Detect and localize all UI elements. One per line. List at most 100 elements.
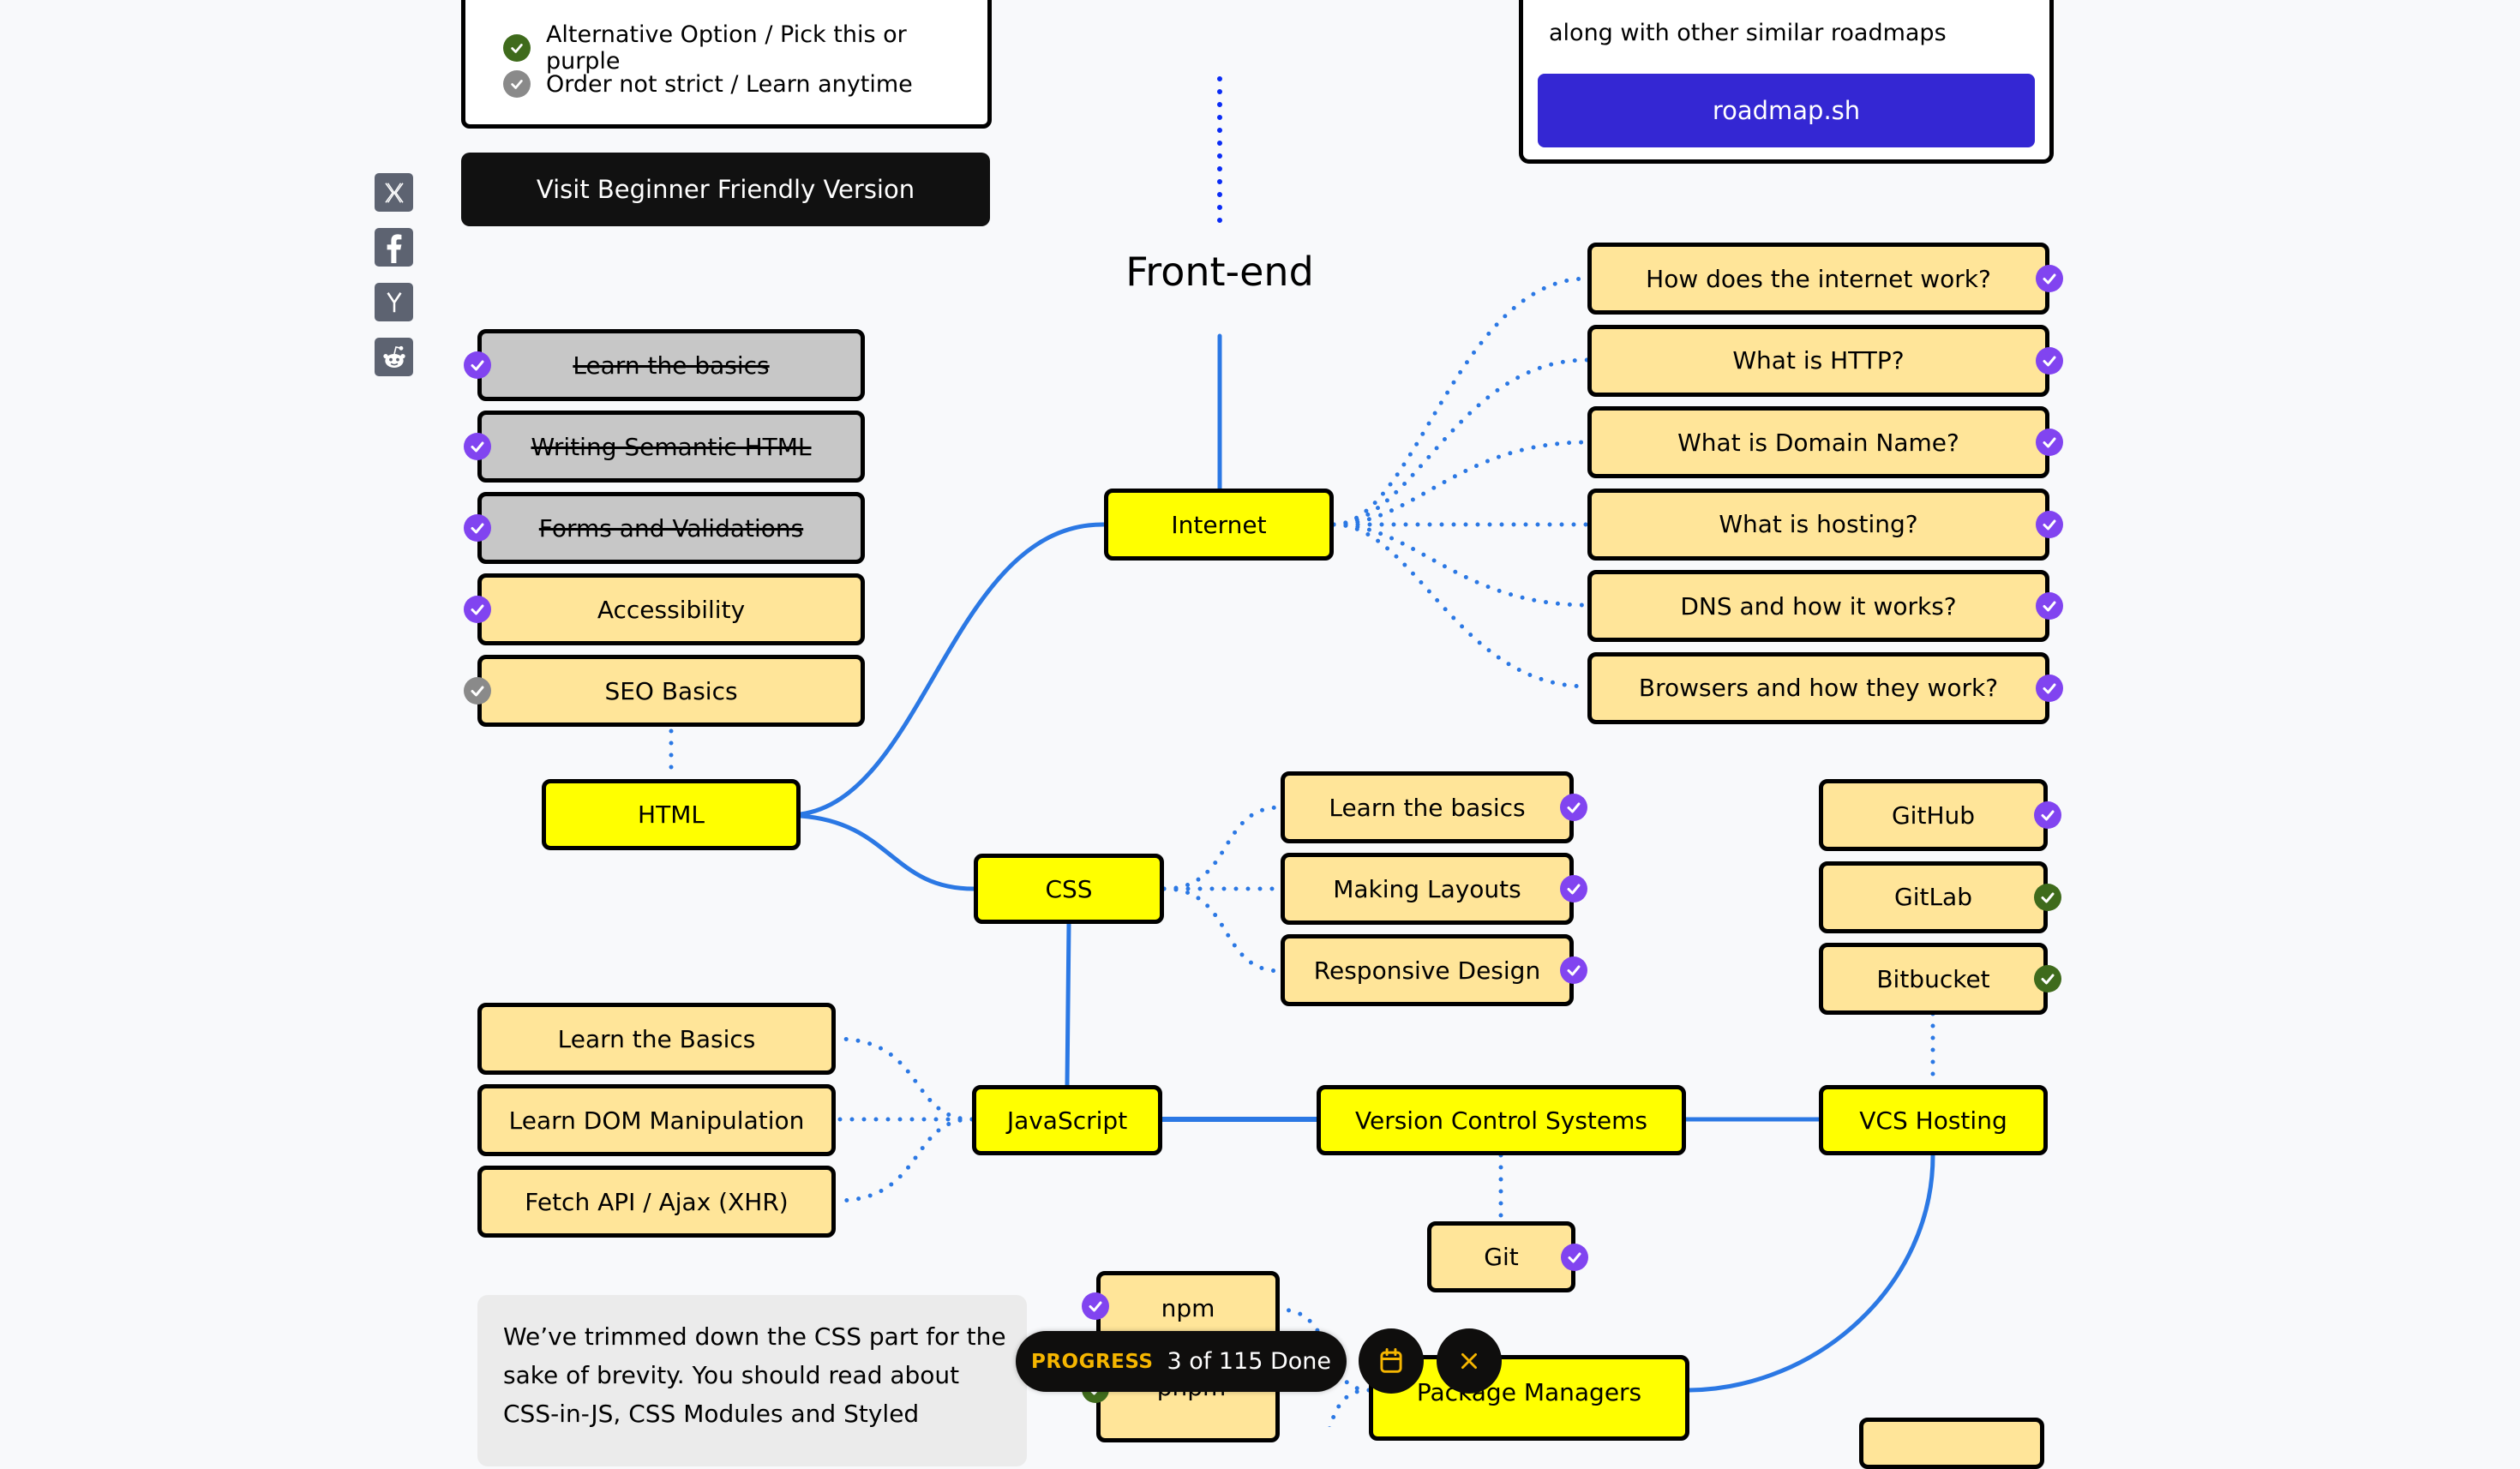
legend-item-order: Order not strict / Learn anytime <box>503 70 913 98</box>
node-label: GitHub <box>1891 800 1976 830</box>
check-badge-icon <box>2036 429 2063 456</box>
check-badge-icon <box>1561 1244 1588 1271</box>
node-label: Fetch API / Ajax (XHR) <box>525 1187 789 1216</box>
internet-topic-node[interactable]: DNS and how it works? <box>1587 570 2049 642</box>
js-topic-node[interactable]: Learn DOM Manipulation <box>477 1084 836 1156</box>
x-twitter-icon[interactable] <box>375 173 413 212</box>
check-badge-icon <box>2034 965 2061 992</box>
html-topic-node[interactable]: Learn the basics <box>477 329 865 401</box>
promo-box: Find the detailed version of this roadma… <box>1519 0 2054 164</box>
check-badge-icon <box>2036 592 2063 620</box>
node-label: What is Domain Name? <box>1677 428 1959 457</box>
node-label: Browsers and how they work? <box>1638 674 1999 702</box>
node-css[interactable]: CSS <box>974 854 1164 924</box>
vcs-host-node[interactable]: GitLab <box>1819 860 2048 933</box>
internet-topic-node[interactable]: What is Domain Name? <box>1587 406 2049 478</box>
link-hosting-pm <box>1687 1153 1935 1393</box>
node-javascript[interactable]: JavaScript <box>972 1085 1162 1155</box>
internet-topic-node[interactable]: What is HTTP? <box>1587 324 2049 397</box>
check-badge-icon <box>464 514 491 542</box>
progress-pill[interactable]: PROGRESS 3 of 115 Done <box>1016 1331 1347 1392</box>
close-icon <box>1461 1353 1477 1369</box>
link-internet-topic <box>1331 522 1590 608</box>
css-topic-node[interactable]: Making Layouts <box>1281 853 1574 925</box>
legend-label: Alternative Option / Pick this or purple <box>545 21 907 75</box>
check-badge-icon <box>1560 956 1587 984</box>
node-vcs-hosting[interactable]: VCS Hosting <box>1819 1085 2048 1155</box>
note-box: We’ve trimmed down the CSS part for the … <box>477 1295 1027 1466</box>
link-internet-topic <box>1331 276 1590 527</box>
node-internet[interactable]: Internet <box>1104 489 1334 561</box>
js-topic-node[interactable]: Fetch API / Ajax (XHR) <box>477 1166 836 1238</box>
node-label: SEO Basics <box>604 676 738 705</box>
html-topic-node[interactable]: Forms and Validations <box>477 492 865 564</box>
node-partial[interactable] <box>1859 1418 2044 1469</box>
link-internet-topic <box>1331 357 1590 527</box>
check-circle-icon <box>503 34 531 62</box>
node-label: Learn the basics <box>1329 793 1526 822</box>
visit-beginner-version-button[interactable]: Visit Beginner Friendly Version <box>461 153 990 226</box>
legend-item-alternative: Alternative Option / Pick this or purple <box>503 21 987 75</box>
node-label: Responsive Design <box>1313 956 1541 985</box>
progress-text: 3 of 115 Done <box>1167 1348 1332 1375</box>
node-label: DNS and how it works? <box>1680 591 1957 621</box>
check-badge-icon <box>464 433 491 460</box>
check-badge-icon <box>2034 883 2061 911</box>
legend-box: Alternative Option / Pick this or purple… <box>461 0 992 129</box>
node-label: Bitbucket <box>1876 964 1990 993</box>
node-label: GitLab <box>1894 883 1972 911</box>
node-label: What is hosting? <box>1719 510 1918 538</box>
node-label: Writing Semantic HTML <box>531 432 812 461</box>
legend-label: Order not strict / Learn anytime <box>546 70 913 98</box>
promo-line-2: along with other similar roadmaps <box>1549 20 1947 46</box>
internet-topic-node[interactable]: How does the internet work? <box>1587 243 2049 315</box>
check-badge-icon <box>1560 875 1587 902</box>
link-js-topic <box>833 1117 975 1203</box>
link-pm-topic <box>1328 1388 1371 1427</box>
node-label: How does the internet work? <box>1646 264 1991 293</box>
node-label: Learn DOM Manipulation <box>508 1106 805 1135</box>
check-badge-icon <box>2034 801 2061 829</box>
html-topic-node[interactable]: SEO Basics <box>477 655 865 727</box>
node-git[interactable]: Git <box>1427 1221 1575 1292</box>
check-badge-icon <box>2036 674 2063 702</box>
check-badge-icon <box>1560 794 1587 821</box>
node-label: Accessibility <box>597 595 746 624</box>
connector-lines <box>669 76 1935 1427</box>
check-badge-icon <box>1082 1292 1109 1320</box>
js-topic-node[interactable]: Learn the Basics <box>477 1003 836 1075</box>
roadmap-title: Front-end <box>1125 249 1314 295</box>
check-badge-icon <box>2036 510 2063 538</box>
check-badge-icon <box>464 677 491 705</box>
node-version-control-systems[interactable]: Version Control Systems <box>1317 1085 1686 1155</box>
roadmap-sh-button[interactable]: roadmap.sh <box>1538 74 2035 147</box>
link-css-topic <box>1161 805 1283 891</box>
facebook-icon[interactable] <box>375 228 413 267</box>
css-topic-node[interactable]: Learn the basics <box>1281 771 1574 843</box>
link-css-topic <box>1161 886 1283 974</box>
css-topic-node[interactable]: Responsive Design <box>1281 934 1574 1006</box>
node-label: npm <box>1161 1294 1215 1322</box>
vcs-host-node[interactable]: Bitbucket <box>1819 943 2048 1015</box>
link-internet-topic <box>1331 440 1590 527</box>
html-topic-node[interactable]: Accessibility <box>477 573 865 645</box>
node-html[interactable]: HTML <box>542 779 801 850</box>
internet-topic-node[interactable]: What is hosting? <box>1587 488 2049 561</box>
check-badge-icon <box>2036 265 2063 292</box>
node-label: Learn the basics <box>573 351 770 380</box>
hacker-news-icon[interactable] <box>375 283 413 321</box>
calendar-icon <box>1380 1347 1402 1373</box>
check-circle-icon <box>503 70 531 98</box>
node-label: What is HTTP? <box>1732 346 1905 375</box>
link-internet-topic <box>1331 522 1590 689</box>
calendar-button[interactable] <box>1359 1328 1424 1394</box>
internet-topic-node[interactable]: Browsers and how they work? <box>1587 651 2049 724</box>
close-button[interactable] <box>1437 1328 1502 1394</box>
reddit-icon[interactable] <box>375 338 413 376</box>
vcs-host-node[interactable]: GitHub <box>1819 779 2048 851</box>
check-badge-icon <box>464 351 491 379</box>
note-text: We’ve trimmed down the CSS part for the … <box>503 1322 1006 1428</box>
progress-label: PROGRESS <box>1030 1350 1154 1373</box>
link-css-js <box>1065 921 1071 1088</box>
html-topic-node[interactable]: Writing Semantic HTML <box>477 411 865 483</box>
